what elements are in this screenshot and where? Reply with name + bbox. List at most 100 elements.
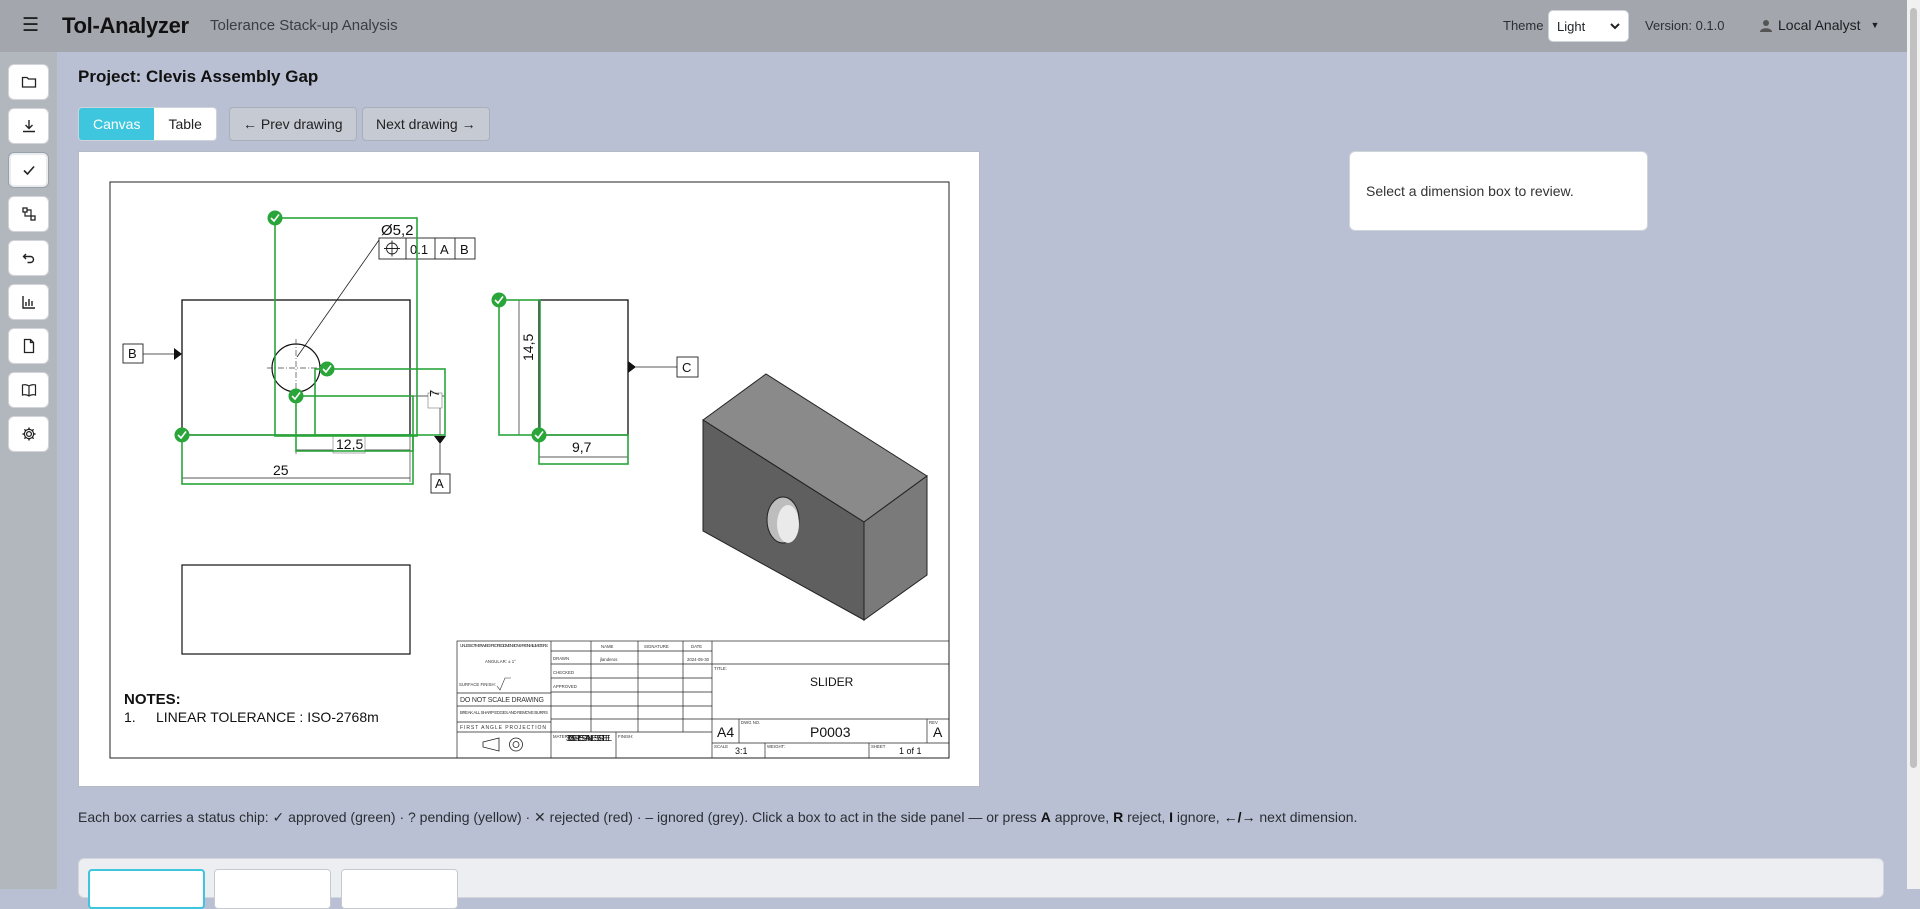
note-1: LINEAR TOLERANCE : ISO-2768m — [156, 709, 379, 725]
theme-select[interactable]: Light — [1548, 10, 1629, 42]
title-block-text: UNLESS OTHERWISE SPECIFIED: DIMENSIONS A… — [459, 643, 938, 752]
fcf-datum-b: B — [460, 242, 469, 257]
tb-date: DATE — [691, 644, 702, 649]
app-brand: Tol-Analyzer — [62, 13, 189, 38]
user-icon — [1760, 19, 1772, 32]
datum-b-symbol: B — [122, 343, 182, 364]
dimension-box[interactable] — [181, 434, 414, 485]
key-r: R — [1113, 809, 1124, 825]
datum-c-symbol: C — [628, 356, 699, 378]
book-button[interactable] — [8, 372, 49, 408]
tb-noscale: DO NOT SCALE DRAWING — [460, 697, 544, 704]
side-rail — [0, 52, 57, 889]
chart-icon — [21, 296, 35, 309]
empty-view-box — [181, 564, 411, 655]
settings-button[interactable] — [8, 416, 49, 452]
feature-control-frame: 0.1 A B — [378, 237, 476, 260]
tb-name: NAME — [601, 644, 614, 649]
document-icon — [23, 338, 34, 354]
page-scrollbar[interactable] — [1907, 0, 1920, 889]
dim-14-5: 14,5 — [520, 334, 536, 361]
surface-finish-icon — [496, 677, 511, 691]
view-toggle: Canvas Table — [78, 107, 217, 141]
dim-12-5: 12,5 — [336, 436, 363, 452]
help-ignore: ignore, — [1173, 809, 1224, 825]
approved-chip[interactable] — [267, 210, 283, 226]
tb-sheet: 1 of 1 — [899, 746, 922, 756]
approved-chip[interactable] — [288, 388, 304, 404]
theme-select-value: Light — [1557, 18, 1586, 34]
datum-c-label: C — [682, 360, 691, 375]
dimension-box[interactable] — [498, 299, 541, 436]
dim-diameter: Ø5,2 — [381, 222, 414, 239]
drawing-canvas[interactable]: Ø5,2 0.1 A B B 7 A 12,5 25 14,5 9,7 C NO… — [78, 151, 980, 787]
tb-size: A4 — [717, 724, 734, 740]
tb-break: BREAK ALL SHARP EDGES AND REMOVE BURRS — [460, 710, 548, 715]
tab-table[interactable]: Table — [154, 108, 216, 140]
review-button[interactable] — [8, 152, 49, 188]
tb-finish-label: FINISH: — [618, 734, 633, 739]
download-button[interactable] — [8, 108, 49, 144]
tb-projection: FIRST ANGLE PROJECTION — [460, 725, 546, 731]
datum-b-label: B — [128, 346, 137, 361]
review-side-panel: Select a dimension box to review. — [1349, 151, 1648, 231]
tab-canvas[interactable]: Canvas — [79, 108, 155, 140]
scrollbar-thumb[interactable] — [1910, 8, 1917, 768]
datum-a-symbol: A — [430, 436, 451, 494]
chevron-down-icon — [1610, 23, 1620, 30]
next-drawing-button[interactable]: Next drawing → — [362, 107, 490, 141]
tb-title: SLIDER — [810, 675, 854, 689]
side-panel-message: Select a dimension box to review. — [1366, 183, 1574, 199]
caret-down-icon: ▼ — [1870, 20, 1880, 30]
tb-dwgno: P0003 — [810, 724, 851, 740]
prev-drawing-button[interactable]: ← Prev drawing — [229, 107, 357, 141]
drawing-thumbnail-strip — [78, 858, 1884, 909]
tb-scale: 3:1 — [735, 746, 748, 756]
approved-chip[interactable] — [531, 427, 547, 443]
open-folder-button[interactable] — [8, 64, 49, 100]
stack-button[interactable] — [8, 196, 49, 232]
undo-button[interactable] — [8, 240, 49, 276]
key-a: A — [1040, 809, 1051, 825]
app-subtitle: Tolerance Stack-up Analysis — [210, 17, 398, 34]
notes-title: NOTES: — [124, 691, 181, 708]
version-text: Version: 0.1.0 — [1645, 18, 1725, 33]
tb-material: 300 SERIES STAINLESS STEEL — [566, 734, 613, 743]
user-menu[interactable]: Local Analyst ▼ — [1760, 17, 1879, 33]
theme-label: Theme — [1503, 18, 1544, 33]
side-view-outline — [538, 299, 629, 436]
key-arrows: ←/→ — [1223, 809, 1256, 825]
note-1-number: 1. — [124, 709, 136, 725]
tb-signature: SIGNATURE — [644, 644, 669, 649]
chart-button[interactable] — [8, 284, 49, 320]
tb-rev: A — [933, 724, 943, 740]
tb-drawn-by: jlanderos — [599, 657, 617, 662]
approved-chip[interactable] — [491, 292, 507, 308]
tb-checked: CHECKED — [553, 670, 574, 675]
hole-leader — [296, 239, 380, 358]
tb-weight-label: WEIGHT: — [767, 744, 785, 749]
status-chips-front — [174, 210, 335, 443]
fcf-datum-a: A — [440, 242, 449, 257]
user-name: Local Analyst — [1778, 17, 1861, 33]
dim-25: 25 — [273, 462, 289, 478]
tb-drawn: DRAWN — [553, 656, 569, 661]
help-reject: reject, — [1123, 809, 1170, 825]
hamburger-icon[interactable]: ☰ — [22, 14, 39, 37]
projection-icon — [482, 737, 523, 752]
dim-7: 7 — [427, 390, 442, 397]
approved-chip[interactable] — [174, 427, 190, 443]
page-title: Project: Clevis Assembly Gap — [78, 67, 319, 86]
dimension-box[interactable] — [314, 368, 446, 436]
open-folder-icon — [21, 76, 36, 88]
approved-chip[interactable] — [319, 361, 335, 377]
drawing-thumbnail[interactable] — [341, 869, 458, 909]
drawing-thumbnail[interactable] — [214, 869, 331, 909]
dimension-boxes-side — [498, 299, 629, 465]
stack-icon — [21, 207, 36, 221]
drawing-thumbnail[interactable] — [88, 869, 205, 909]
settings-icon — [22, 427, 35, 441]
document-button[interactable] — [8, 328, 49, 364]
tb-title-label: TITLE: — [714, 666, 727, 671]
tb-surface: SURFACE FINISH: — [459, 682, 496, 687]
